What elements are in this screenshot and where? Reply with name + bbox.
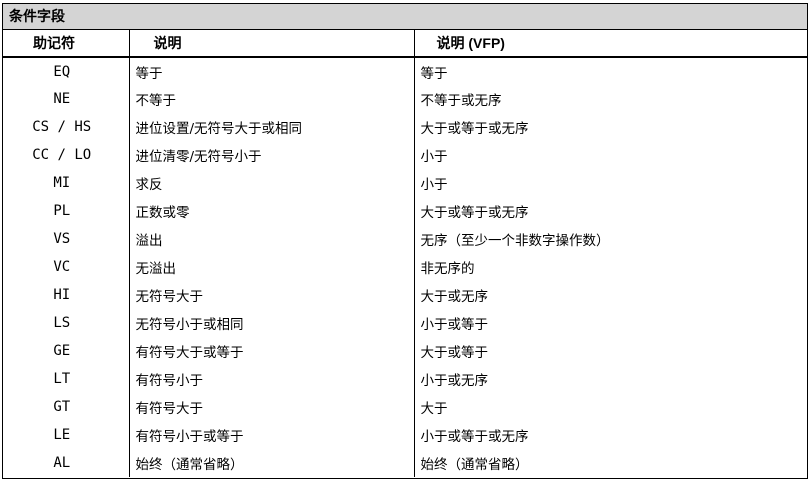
description-vfp-cell: 等于 [413, 57, 807, 85]
mnemonic-cell: PL [53, 203, 71, 219]
table-row: EQ 等于 等于 [3, 57, 807, 85]
mnemonic-cell: NE [53, 91, 71, 107]
description-vfp-cell: 大于 [413, 393, 807, 421]
description-cell: 不等于 [128, 85, 414, 113]
mnemonic-cell: VS [53, 231, 71, 247]
table-row: LE 有符号小于或等于 小于或等于或无序 [3, 421, 807, 449]
description-cell: 有符号小于 [128, 365, 414, 393]
table-row: MI 求反 小于 [3, 169, 807, 197]
description-vfp-cell: 小于或等于或无序 [413, 421, 807, 449]
mnemonic-cell: AL [53, 455, 71, 471]
description-cell: 无溢出 [128, 253, 414, 281]
description-vfp-cell: 小于 [413, 141, 807, 169]
description-vfp-cell: 小于或无序 [413, 365, 807, 393]
mnemonic-cell: HI [53, 287, 71, 303]
header-row: 助记符 说明 说明 (VFP) [3, 30, 807, 58]
description-vfp-cell: 大于或等于 [413, 337, 807, 365]
description-cell: 有符号大于或等于 [128, 337, 414, 365]
mnemonic-cell: EQ [53, 63, 71, 80]
description-cell: 进位设置/无符号大于或相同 [128, 113, 414, 141]
description-cell: 有符号大于 [128, 393, 414, 421]
description-cell: 正数或零 [128, 197, 414, 225]
table-title: 条件字段 [3, 4, 807, 30]
table-row: VC 无溢出 非无序的 [3, 253, 807, 281]
mnemonic-cell: LT [53, 371, 71, 387]
table-row: NE 不等于 不等于或无序 [3, 85, 807, 113]
table-row: AL 始终（通常省略） 始终（通常省略） [3, 449, 807, 477]
table-row: GE 有符号大于或等于 大于或等于 [3, 337, 807, 365]
description-vfp-cell: 小于或等于 [413, 309, 807, 337]
table-row: PL 正数或零 大于或等于或无序 [3, 197, 807, 225]
description-vfp-cell: 大于或等于或无序 [413, 197, 807, 225]
table-row: LS 无符号小于或相同 小于或等于 [3, 309, 807, 337]
mnemonic-cell: CC / LO [32, 147, 92, 163]
mnemonic-cell: CS / HS [32, 119, 92, 135]
header-description: 说明 [128, 30, 414, 58]
description-vfp-cell: 不等于或无序 [413, 85, 807, 113]
description-vfp-cell: 大于或等于或无序 [413, 113, 807, 141]
table-row: CS / HS 进位设置/无符号大于或相同 大于或等于或无序 [3, 113, 807, 141]
description-vfp-cell: 无序（至少一个非数字操作数） [413, 225, 807, 253]
description-cell: 无符号小于或相同 [128, 309, 414, 337]
description-vfp-cell: 小于 [413, 169, 807, 197]
description-vfp-cell: 大于或无序 [413, 281, 807, 309]
table-row: CC / LO 进位清零/无符号小于 小于 [3, 141, 807, 169]
description-cell: 始终（通常省略） [128, 449, 414, 477]
table-row: VS 溢出 无序（至少一个非数字操作数） [3, 225, 807, 253]
description-cell: 求反 [128, 169, 414, 197]
condition-field-table: 条件字段 助记符 说明 说明 (VFP) EQ 等于 等于 NE 不等于 不等于或无序 CS… [2, 3, 808, 479]
table-row: HI 无符号大于 大于或无序 [3, 281, 807, 309]
description-cell: 无符号大于 [128, 281, 414, 309]
table-row: LT 有符号小于 小于或无序 [3, 365, 807, 393]
mnemonic-cell: VC [53, 259, 71, 275]
mnemonic-cell: LS [53, 315, 71, 331]
mnemonic-cell: GT [53, 399, 71, 415]
mnemonic-cell: LE [53, 427, 71, 443]
description-vfp-cell: 非无序的 [413, 253, 807, 281]
description-cell: 进位清零/无符号小于 [128, 141, 414, 169]
mnemonic-cell: MI [53, 175, 71, 191]
condition-table: 助记符 说明 说明 (VFP) EQ 等于 等于 NE 不等于 不等于或无序 CS / HS… [3, 30, 807, 477]
table-body: EQ 等于 等于 NE 不等于 不等于或无序 CS / HS 进位设置/无符号大于或相同 大于或… [3, 57, 807, 477]
table-row: GT 有符号大于 大于 [3, 393, 807, 421]
description-cell: 有符号小于或等于 [128, 421, 414, 449]
header-description-vfp: 说明 (VFP) [413, 30, 807, 58]
description-vfp-cell: 始终（通常省略） [413, 449, 807, 477]
description-cell: 溢出 [128, 225, 414, 253]
description-cell: 等于 [128, 57, 414, 85]
mnemonic-cell: GE [53, 343, 71, 359]
header-mnemonic: 助记符 [3, 30, 129, 58]
